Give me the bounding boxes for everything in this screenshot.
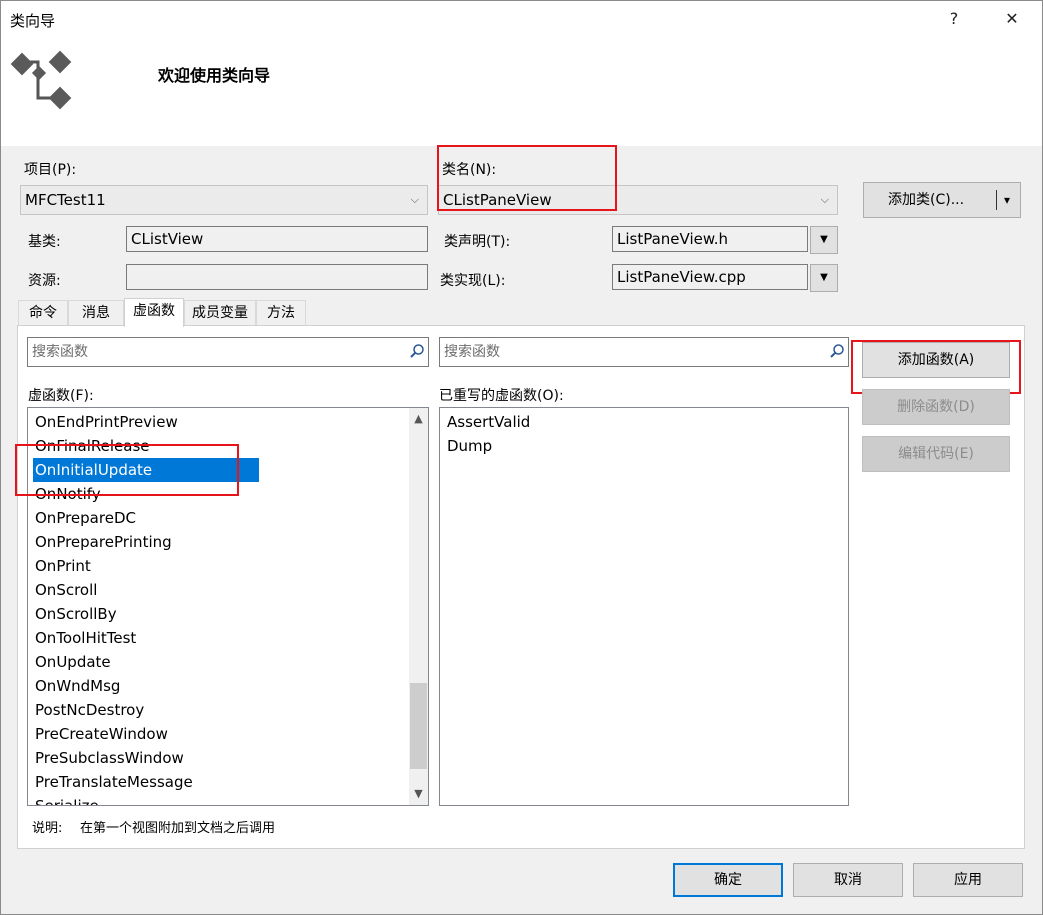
edit-code-button[interactable]: 编辑代码(E) xyxy=(862,436,1010,472)
tab-messages[interactable]: 消息 xyxy=(68,300,124,325)
project-combo[interactable]: MFCTest11 ⌵ xyxy=(20,185,428,215)
implementation-dropdown-button[interactable]: ▼ xyxy=(810,264,838,292)
implementation-field[interactable]: ListPaneView.cpp xyxy=(612,264,808,290)
scroll-down-icon[interactable]: ▼ xyxy=(409,785,428,803)
left-search-input[interactable]: 搜索函数 xyxy=(27,337,429,367)
declaration-label: 类声明(T): xyxy=(444,234,511,250)
description-label: 说明: xyxy=(32,821,63,836)
list-item[interactable]: OnEndPrintPreview xyxy=(35,410,178,434)
base-class-field: CListView xyxy=(126,226,428,252)
list-item[interactable]: OnUpdate xyxy=(35,650,111,674)
search-icon xyxy=(410,344,424,358)
add-function-highlight xyxy=(851,340,1021,394)
scroll-up-icon[interactable]: ▲ xyxy=(409,410,428,428)
chevron-down-icon: ⌵ xyxy=(820,193,829,206)
right-search-placeholder: 搜索函数 xyxy=(444,344,500,360)
list-item[interactable]: PostNcDestroy xyxy=(35,698,144,722)
virtual-functions-label: 虚函数(F): xyxy=(28,388,94,404)
list-item[interactable]: OnScroll xyxy=(35,578,97,602)
split-divider xyxy=(996,190,997,210)
triangle-down-icon: ▼ xyxy=(820,272,828,283)
class-wizard-icon xyxy=(10,50,72,110)
tab-methods[interactable]: 方法 xyxy=(256,300,306,325)
list-item[interactable]: Serialize xyxy=(35,794,99,805)
list-item[interactable]: OnPreparePrinting xyxy=(35,530,172,554)
overridden-functions-list[interactable]: AssertValid Dump xyxy=(439,407,849,806)
vertical-scrollbar[interactable]: ▲ ▼ xyxy=(409,408,428,805)
list-item[interactable]: OnToolHitTest xyxy=(35,626,136,650)
resource-field xyxy=(126,264,428,290)
project-label: 项目(P): xyxy=(24,162,77,178)
tab-member-variables[interactable]: 成员变量 xyxy=(184,300,256,325)
close-button[interactable]: ✕ xyxy=(992,6,1032,32)
list-item[interactable]: OnPrepareDC xyxy=(35,506,136,530)
implementation-label: 类实现(L): xyxy=(440,273,506,289)
resource-label: 资源: xyxy=(28,273,61,289)
cancel-button[interactable]: 取消 xyxy=(793,863,903,897)
help-button[interactable]: ? xyxy=(934,6,974,32)
scroll-thumb[interactable] xyxy=(410,683,427,769)
declaration-field[interactable]: ListPaneView.h xyxy=(612,226,808,252)
welcome-heading: 欢迎使用类向导 xyxy=(158,66,271,85)
list-item[interactable]: PreCreateWindow xyxy=(35,722,168,746)
window-title: 类向导 xyxy=(10,12,56,30)
overridden-functions-label: 已重写的虚函数(O): xyxy=(439,388,564,404)
tab-commands[interactable]: 命令 xyxy=(18,300,68,325)
project-value: MFCTest11 xyxy=(25,191,106,209)
declaration-dropdown-button[interactable]: ▼ xyxy=(810,226,838,254)
list-item[interactable]: PreSubclassWindow xyxy=(35,746,184,770)
right-search-input[interactable]: 搜索函数 xyxy=(439,337,849,367)
chevron-down-icon: ⌵ xyxy=(410,193,419,206)
search-icon xyxy=(830,344,844,358)
left-search-placeholder: 搜索函数 xyxy=(32,344,88,360)
add-class-dropdown-icon[interactable]: ▾ xyxy=(1004,183,1010,217)
apply-button[interactable]: 应用 xyxy=(913,863,1023,897)
list-item[interactable]: PreTranslateMessage xyxy=(35,770,193,794)
classname-highlight xyxy=(437,145,617,211)
triangle-down-icon: ▼ xyxy=(820,234,828,245)
header-band xyxy=(1,36,1042,146)
tab-virtual-functions[interactable]: 虚函数 xyxy=(124,298,184,327)
description-text: 在第一个视图附加到文档之后调用 xyxy=(80,821,276,836)
list-item[interactable]: OnScrollBy xyxy=(35,602,117,626)
add-class-label: 添加类(C)... xyxy=(888,192,965,208)
list-item[interactable]: Dump xyxy=(447,434,492,458)
add-class-button[interactable]: 添加类(C)... ▾ xyxy=(863,182,1021,218)
list-item[interactable]: OnWndMsg xyxy=(35,674,120,698)
base-class-label: 基类: xyxy=(28,234,61,250)
delete-function-button[interactable]: 删除函数(D) xyxy=(862,389,1010,425)
list-item[interactable]: OnPrint xyxy=(35,554,91,578)
selection-highlight xyxy=(15,444,239,496)
list-item[interactable]: AssertValid xyxy=(447,410,530,434)
ok-button[interactable]: 确定 xyxy=(673,863,783,897)
